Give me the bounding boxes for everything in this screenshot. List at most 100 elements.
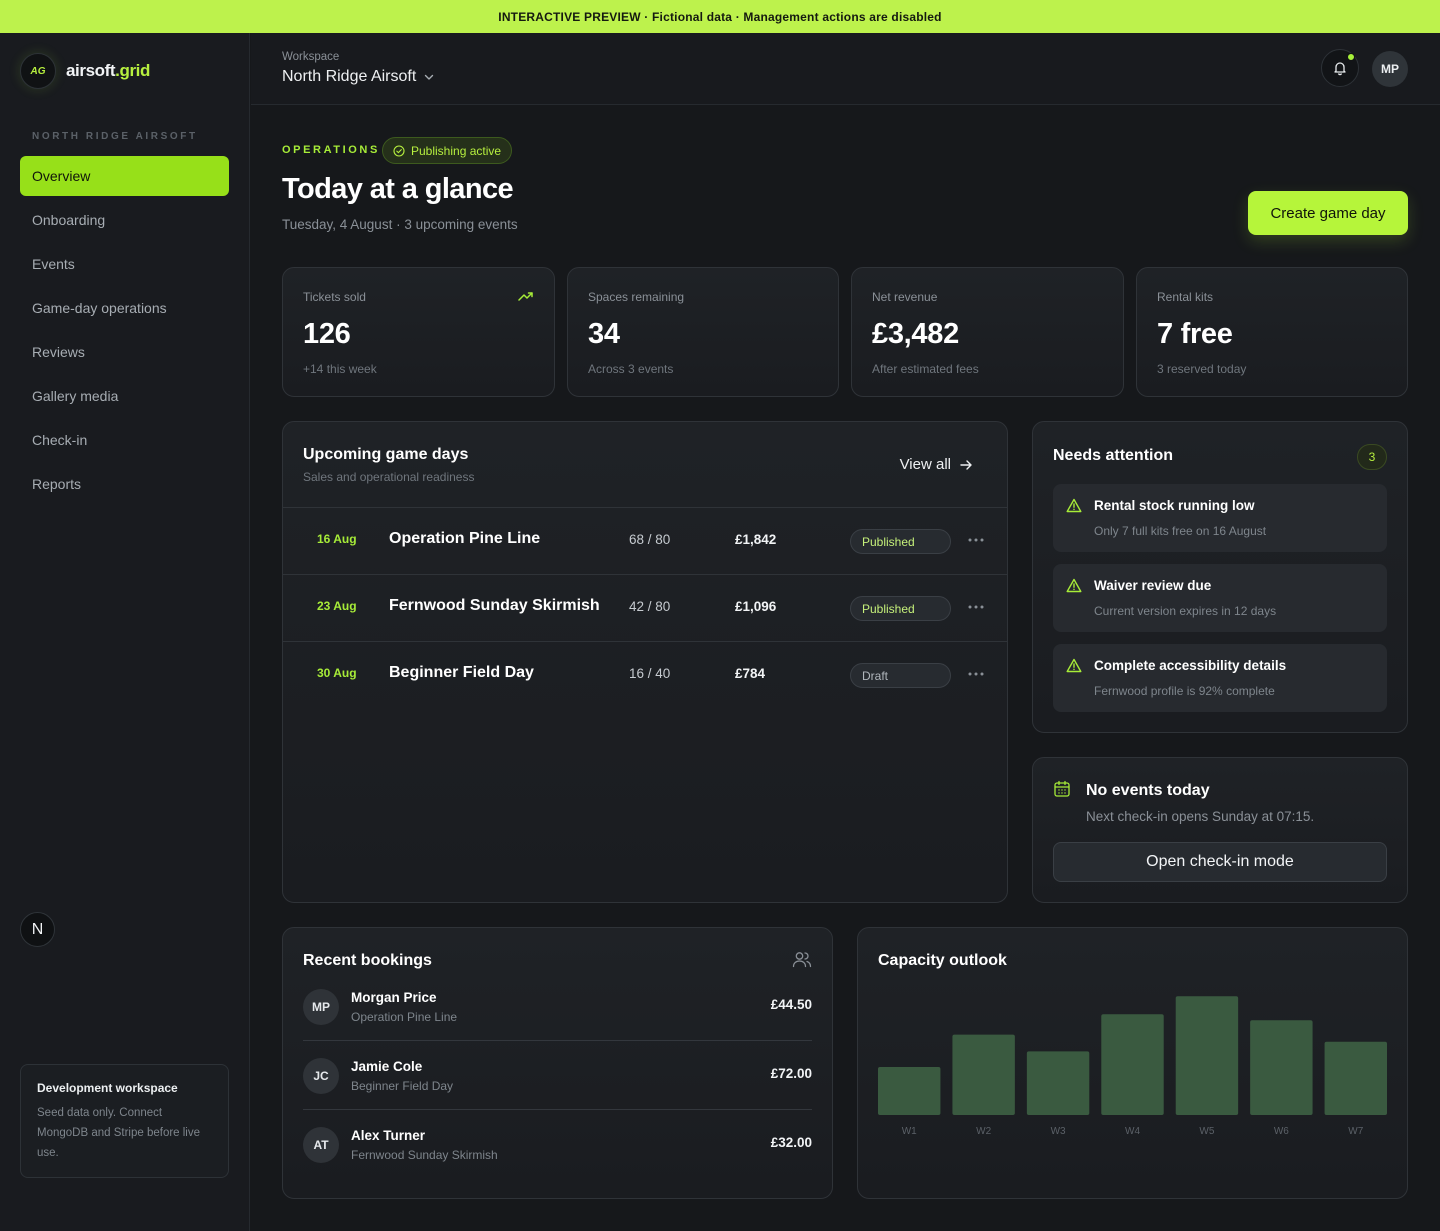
booking-row[interactable]: MP Morgan Price Operation Pine Line £44.…	[303, 972, 812, 1041]
capacity-bar-w3	[1026, 1051, 1090, 1115]
event-date: 23 Aug	[317, 599, 357, 613]
more-options-icon[interactable]	[967, 667, 985, 681]
sidebar-nav: Overview Onboarding Events Game-day oper…	[20, 156, 229, 508]
warning-icon	[1066, 658, 1082, 673]
avatar: MP	[303, 989, 339, 1025]
dev-workspace-text: Seed data only. Connect MongoDB and Stri…	[37, 1107, 201, 1159]
capacity-bar-w1	[878, 1067, 941, 1115]
avatar: JC	[303, 1058, 339, 1094]
booking-row[interactable]: AT Alex Turner Fernwood Sunday Skirmish …	[303, 1110, 812, 1179]
avatar: AT	[303, 1127, 339, 1163]
sidebar-item-check-in[interactable]: Check-in	[20, 420, 229, 460]
booking-event: Operation Pine Line	[351, 1010, 458, 1024]
attention-item[interactable]: Complete accessibility details Fernwood …	[1053, 644, 1387, 712]
sidebar-item-reports[interactable]: Reports	[20, 464, 229, 504]
sidebar-item-onboarding[interactable]: Onboarding	[20, 200, 229, 240]
section-eyebrow: OPERATIONS	[282, 144, 380, 156]
no-events-text: Next check-in opens Sunday at 07:15.	[1086, 809, 1315, 824]
event-revenue: £784	[735, 666, 766, 681]
sidebar-item-events[interactable]: Events	[20, 244, 229, 284]
dev-workspace-title: Development workspace	[37, 1081, 178, 1095]
booking-amount: £32.00	[770, 1135, 812, 1150]
workspace-switcher[interactable]: North Ridge Airsoft	[282, 68, 435, 86]
booking-amount: £44.50	[770, 997, 812, 1012]
create-game-day-button[interactable]: Create game day	[1248, 191, 1408, 235]
more-options-icon[interactable]	[967, 600, 985, 614]
sidebar-item-reviews[interactable]: Reviews	[20, 332, 229, 372]
calendar-icon	[1054, 780, 1070, 797]
stat-card-spaces-remaining: Spaces remaining 34 Across 3 events	[567, 267, 839, 397]
capacity-outlook-card: Capacity outlook W1 W2 W3 W4 W5 W6 W7	[857, 927, 1408, 1199]
booking-event: Beginner Field Day	[351, 1079, 454, 1093]
upcoming-header: Upcoming game days Sales and operational…	[303, 446, 474, 484]
upcoming-game-days-card: Upcoming game days Sales and operational…	[282, 421, 1008, 903]
booking-name: Morgan Price	[351, 990, 437, 1005]
capacity-tick-label: W3	[1051, 1126, 1066, 1137]
chevron-down-icon	[425, 74, 434, 80]
warning-icon	[1066, 498, 1082, 513]
stat-label: Net revenue	[872, 290, 938, 304]
brand-logo[interactable]: AG airsoft.grid	[20, 53, 150, 89]
attention-item[interactable]: Rental stock running low Only 7 full kit…	[1053, 484, 1387, 552]
upcoming-title: Upcoming game days	[303, 446, 469, 463]
users-icon[interactable]	[792, 950, 812, 968]
capacity-bar-w2	[952, 1034, 1015, 1115]
attention-item-desc: Fernwood profile is 92% complete	[1094, 684, 1275, 698]
booking-row[interactable]: JC Jamie Cole Beginner Field Day £72.00	[303, 1041, 812, 1110]
attention-item-title: Waiver review due	[1094, 578, 1212, 593]
org-label: NORTH RIDGE AIRSOFT	[32, 131, 198, 142]
dev-workspace-notice: Development workspace Seed data only. Co…	[20, 1064, 229, 1178]
event-row[interactable]: 30 Aug Beginner Field Day 16 / 40 £784 D…	[283, 642, 1007, 708]
event-name[interactable]: Fernwood Sunday Skirmish	[389, 597, 600, 615]
open-check-in-mode-button[interactable]: Open check-in mode	[1053, 842, 1387, 882]
stat-card-net-revenue: Net revenue £3,482 After estimated fees	[851, 267, 1124, 397]
event-date: 16 Aug	[317, 532, 357, 546]
publishing-status-badge: Publishing active	[382, 137, 513, 164]
top-header: Workspace North Ridge Airsoft MP	[251, 33, 1440, 105]
sidebar-item-game-day-operations[interactable]: Game-day operations	[20, 288, 229, 328]
notifications-button[interactable]	[1321, 49, 1359, 87]
page-subtitle: Tuesday, 4 August · 3 upcoming events	[282, 217, 518, 232]
stat-label: Spaces remaining	[588, 290, 685, 304]
booking-name: Jamie Cole	[351, 1059, 423, 1074]
booking-event: Fernwood Sunday Skirmish	[351, 1148, 498, 1162]
event-name[interactable]: Beginner Field Day	[389, 664, 534, 682]
no-events-title: No events today	[1086, 782, 1210, 799]
notification-dot	[1347, 53, 1355, 61]
capacity-tick-label: W7	[1348, 1126, 1363, 1137]
trending-up-icon	[518, 292, 533, 301]
stat-label: Rental kits	[1157, 290, 1214, 304]
stat-note: 3 reserved today	[1157, 362, 1247, 376]
logo-badge: AG	[20, 53, 56, 89]
event-status-badge: Draft	[850, 663, 951, 688]
attention-item[interactable]: Waiver review due Current version expire…	[1053, 564, 1387, 632]
event-row[interactable]: 16 Aug Operation Pine Line 68 / 80 £1,84…	[283, 508, 1007, 574]
view-all-link[interactable]: View all	[900, 456, 973, 473]
attention-item-desc: Only 7 full kits free on 16 August	[1094, 524, 1267, 538]
user-avatar[interactable]: MP	[1372, 51, 1408, 87]
more-options-icon[interactable]	[967, 533, 985, 547]
needs-attention-card: Needs attention 3 Rental stock running l…	[1032, 421, 1408, 733]
event-row[interactable]: 23 Aug Fernwood Sunday Skirmish 42 / 80 …	[283, 575, 1007, 641]
view-all-label: View all	[899, 456, 951, 473]
event-name[interactable]: Operation Pine Line	[389, 530, 540, 548]
brand-name: airsoft.grid	[66, 61, 150, 81]
booking-amount: £72.00	[770, 1066, 812, 1081]
needs-attention-title: Needs attention	[1053, 447, 1174, 464]
page-title: Today at a glance	[282, 173, 514, 205]
event-capacity: 42 / 80	[629, 599, 671, 614]
recent-bookings-title: Recent bookings	[303, 952, 432, 969]
n-badge-button[interactable]: N	[20, 912, 55, 947]
booking-name: Alex Turner	[351, 1128, 426, 1143]
brand-name-main: airsoft	[66, 61, 116, 80]
stat-card-rental-kits: Rental kits 7 free 3 reserved today	[1136, 267, 1408, 397]
arrow-right-icon	[960, 459, 972, 470]
sidebar-item-gallery-media[interactable]: Gallery media	[20, 376, 229, 416]
check-circle-icon	[393, 144, 405, 157]
sidebar-item-overview[interactable]: Overview	[20, 156, 229, 196]
recent-bookings-card: Recent bookings MP Morgan Price Operatio…	[282, 927, 833, 1199]
capacity-chart: W1 W2 W3 W4 W5 W6 W7	[878, 996, 1387, 1137]
bell-icon	[1334, 62, 1346, 76]
capacity-bar-w6	[1250, 1020, 1313, 1115]
stat-value: 34	[588, 318, 620, 350]
